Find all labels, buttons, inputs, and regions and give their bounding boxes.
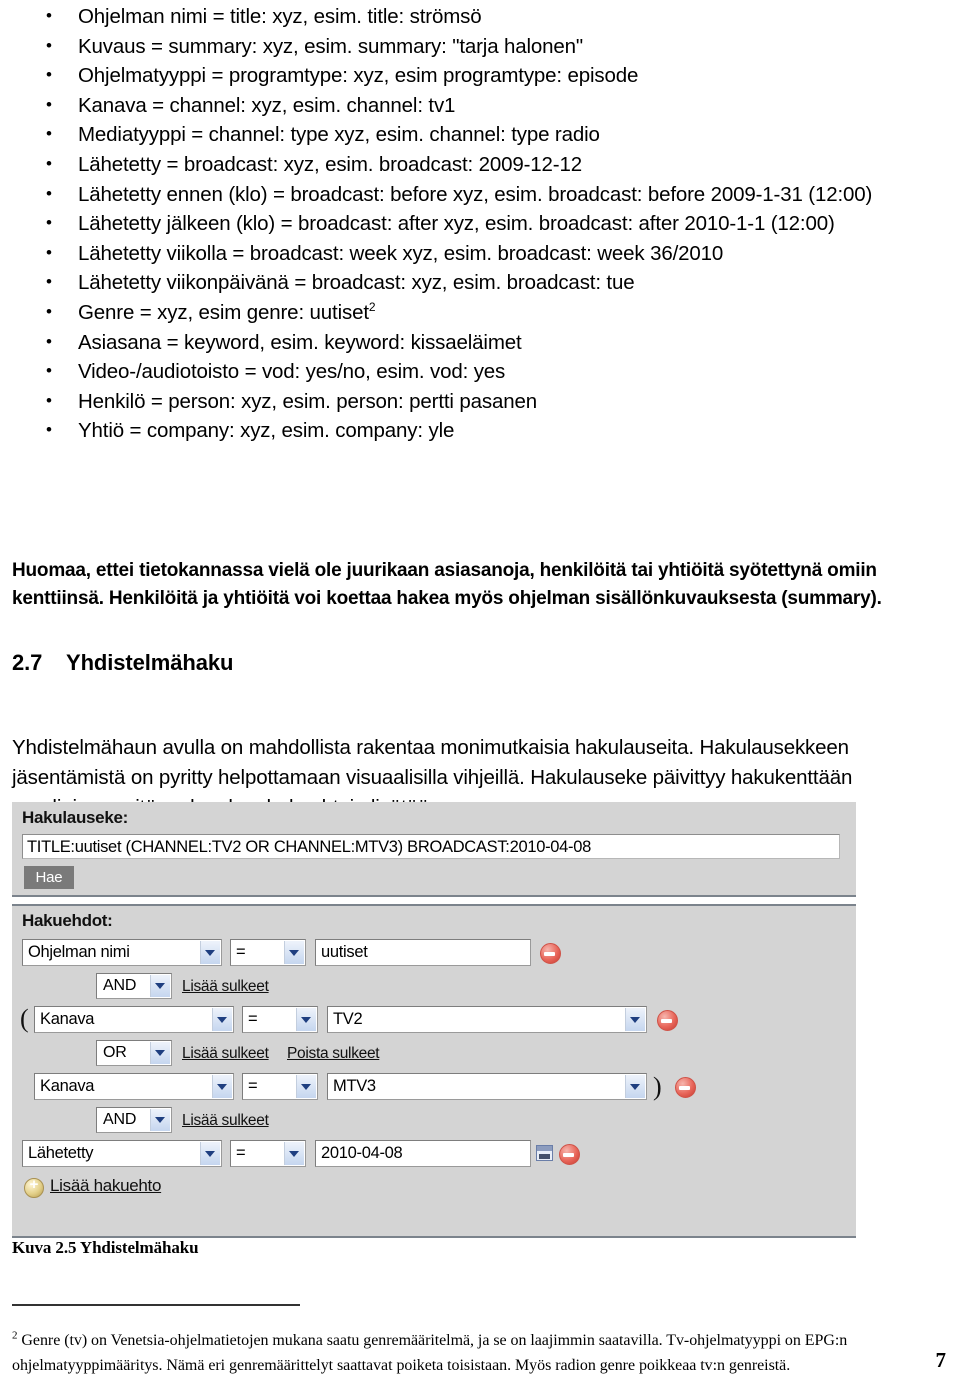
footnote-reference: 2 — [368, 300, 376, 315]
list-item: Lähetetty = broadcast: xyz, esim. broadc… — [44, 149, 934, 180]
figure-yhdistelmahaku-screenshot: Hakulauseke: TITLE:uutiset (CHANNEL:TV2 … — [12, 802, 856, 1238]
condition-operator-select[interactable]: = — [230, 939, 306, 966]
condition-field-value: Lähetetty — [28, 1144, 94, 1162]
condition-operator-select[interactable]: = — [242, 1006, 318, 1033]
calendar-icon[interactable] — [536, 1145, 553, 1161]
footnote-marker: 2 — [12, 1329, 18, 1342]
remove-condition-icon[interactable] — [675, 1077, 696, 1098]
condition-row: Kanava = MTV3 ) — [12, 1073, 856, 1103]
chevron-down-icon — [284, 941, 304, 964]
connector-row: OR Lisää sulkeet Poista sulkeet — [12, 1040, 856, 1070]
list-item: Kuvaus = summary: xyz, esim. summary: "t… — [44, 31, 934, 62]
condition-field-select[interactable]: Kanava — [34, 1073, 234, 1100]
condition-operator-select[interactable]: = — [242, 1073, 318, 1100]
condition-field-value: Kanava — [40, 1077, 95, 1095]
chevron-down-icon — [625, 1075, 645, 1098]
document-page: Ohjelman nimi = title: xyz, esim. title:… — [0, 0, 960, 1392]
add-parentheses-link[interactable]: Lisää sulkeet — [182, 1111, 269, 1131]
connector-row: AND Lisää sulkeet — [12, 973, 856, 1003]
condition-operator-value: = — [248, 1077, 258, 1095]
logic-operator-value: OR — [103, 1044, 127, 1061]
remove-condition-icon[interactable] — [540, 943, 561, 964]
search-expression-panel: Hakulauseke: TITLE:uutiset (CHANNEL:TV2 … — [12, 802, 856, 897]
condition-field-value: Kanava — [40, 1010, 95, 1028]
list-item: Video-/audiotoisto = vod: yes/no, esim. … — [44, 356, 934, 387]
section-heading: 2.7 Yhdistelmähaku — [12, 650, 233, 676]
list-item: Ohjelmatyyppi = programtype: xyz, esim p… — [44, 60, 934, 91]
search-conditions-panel: Hakuehdot: Ohjelman nimi = uutiset AND L… — [12, 904, 856, 1238]
condition-row: Lähetetty = 2010-04-08 — [12, 1140, 856, 1170]
search-submit-button[interactable]: Hae — [24, 866, 74, 889]
section-title: Yhdistelmähaku — [66, 650, 234, 676]
logic-operator-select[interactable]: AND — [96, 973, 172, 999]
list-item: Henkilö = person: xyz, esim. person: per… — [44, 386, 934, 417]
search-field-bullet-list: Ohjelman nimi = title: xyz, esim. title:… — [44, 1, 934, 446]
condition-field-select[interactable]: Lähetetty — [22, 1140, 222, 1167]
add-parentheses-link[interactable]: Lisää sulkeet — [182, 1044, 269, 1064]
chevron-down-icon — [212, 1008, 232, 1031]
list-item: Asiasana = keyword, esim. keyword: kissa… — [44, 327, 934, 358]
condition-operator-value: = — [236, 1144, 246, 1162]
condition-field-select[interactable]: Ohjelman nimi — [22, 939, 222, 966]
plus-icon[interactable] — [24, 1176, 44, 1198]
condition-value-select[interactable]: TV2 — [327, 1006, 647, 1033]
condition-row: ( Kanava = TV2 — [12, 1006, 856, 1036]
condition-operator-value: = — [248, 1010, 258, 1028]
footnote-separator — [12, 1304, 300, 1306]
chevron-down-icon — [296, 1075, 316, 1098]
logic-operator-select[interactable]: AND — [96, 1107, 172, 1133]
add-parentheses-link[interactable]: Lisää sulkeet — [182, 977, 269, 997]
note-paragraph: Huomaa, ettei tietokannassa vielä ole ju… — [12, 560, 882, 609]
chevron-down-icon — [200, 941, 220, 964]
search-expression-input[interactable]: TITLE:uutiset (CHANNEL:TV2 OR CHANNEL:MT… — [22, 834, 840, 859]
chevron-down-icon — [150, 975, 170, 997]
chevron-down-icon — [150, 1109, 170, 1131]
condition-operator-select[interactable]: = — [230, 1140, 306, 1167]
condition-row: Ohjelman nimi = uutiset — [12, 939, 856, 969]
list-item: Lähetetty jälkeen (klo) = broadcast: aft… — [44, 208, 934, 239]
logic-operator-value: AND — [103, 1111, 137, 1128]
close-paren: ) — [653, 1072, 662, 1101]
remove-condition-icon[interactable] — [559, 1144, 580, 1165]
chevron-down-icon — [212, 1075, 232, 1098]
chevron-down-icon — [625, 1008, 645, 1031]
chevron-down-icon — [284, 1142, 304, 1165]
chevron-down-icon — [200, 1142, 220, 1165]
search-conditions-label: Hakuehdot: — [22, 911, 113, 930]
list-item-label: Genre = xyz, esim genre: uutiset — [78, 300, 369, 324]
logic-operator-value: AND — [103, 977, 137, 994]
section-number: 2.7 — [12, 650, 43, 676]
add-condition-link[interactable]: Lisää hakuehto — [50, 1176, 161, 1196]
condition-value-select[interactable]: MTV3 — [327, 1073, 647, 1100]
condition-value-text: MTV3 — [333, 1077, 376, 1095]
list-item: Lähetetty viikolla = broadcast: week xyz… — [44, 238, 934, 269]
remove-condition-icon[interactable] — [657, 1010, 678, 1031]
remove-parentheses-link[interactable]: Poista sulkeet — [287, 1044, 380, 1064]
chevron-down-icon — [296, 1008, 316, 1031]
list-item: Mediatyyppi = channel: type xyz, esim. c… — [44, 119, 934, 150]
list-item: Kanava = channel: xyz, esim. channel: tv… — [44, 90, 934, 121]
condition-operator-value: = — [236, 943, 246, 961]
list-item: Yhtiö = company: xyz, esim. company: yle — [44, 415, 934, 446]
list-item: Lähetetty viikonpäivänä = broadcast: xyz… — [44, 267, 934, 298]
chevron-down-icon — [150, 1042, 170, 1064]
list-item: Lähetetty ennen (klo) = broadcast: befor… — [44, 179, 934, 210]
footnote: 2 Genre (tv) on Venetsia-ohjelmatietojen… — [12, 1329, 948, 1378]
footnote-text: Genre (tv) on Venetsia-ohjelmatietojen m… — [12, 1332, 848, 1374]
condition-date-input[interactable]: 2010-04-08 — [315, 1140, 531, 1167]
page-number: 7 — [935, 1348, 947, 1372]
logic-operator-select[interactable]: OR — [96, 1040, 172, 1066]
list-item: Ohjelman nimi = title: xyz, esim. title:… — [44, 1, 934, 32]
condition-value-input[interactable]: uutiset — [315, 939, 531, 966]
connector-row: AND Lisää sulkeet — [12, 1107, 856, 1137]
search-expression-label: Hakulauseke: — [22, 808, 129, 827]
add-condition-row: Lisää hakuehto — [12, 1176, 856, 1206]
list-item-genre: Genre = xyz, esim genre: uutiset2 — [44, 297, 934, 328]
open-paren: ( — [20, 1004, 29, 1033]
condition-value-text: TV2 — [333, 1010, 363, 1028]
condition-field-value: Ohjelman nimi — [28, 943, 130, 961]
figure-caption: Kuva 2.5 Yhdistelmähaku — [12, 1238, 199, 1257]
condition-field-select[interactable]: Kanava — [34, 1006, 234, 1033]
